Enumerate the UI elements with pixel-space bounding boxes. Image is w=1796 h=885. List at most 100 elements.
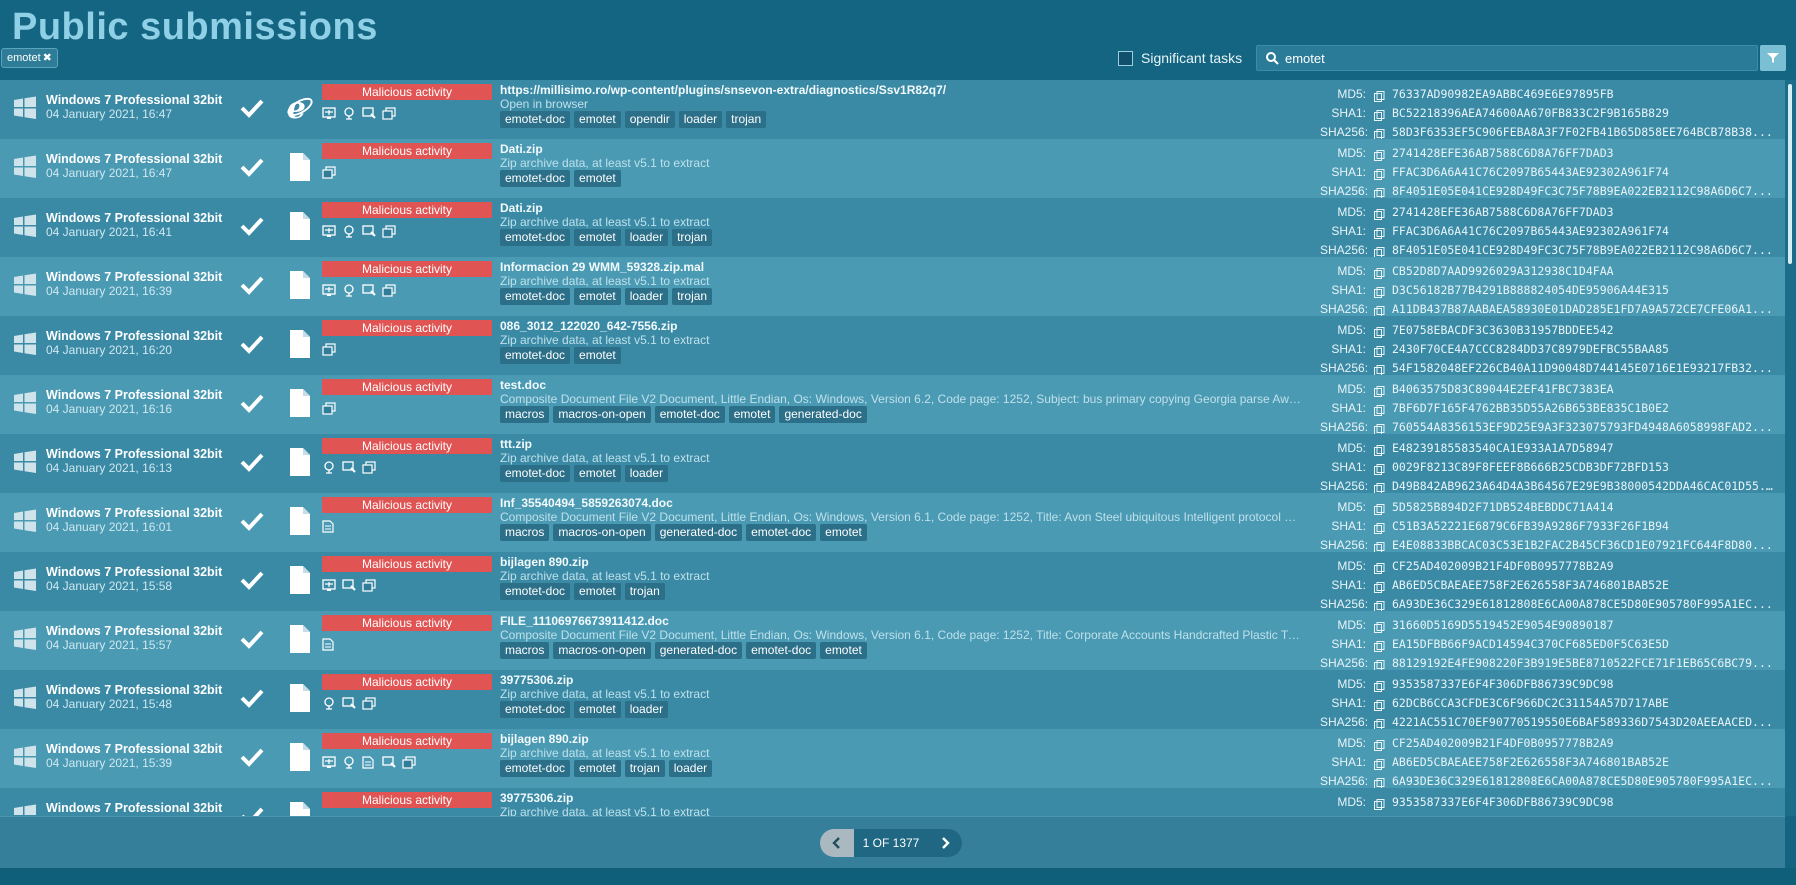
sha256-value[interactable]: 760554A8356153EF9D25E9A3F323075793FD4948… xyxy=(1392,418,1775,434)
sha1-value[interactable]: FFAC3D6A6A41C76C2097B65443AE92302A961F74 xyxy=(1392,222,1775,241)
copy-icon[interactable] xyxy=(1374,422,1385,434)
tag[interactable]: loader xyxy=(624,465,669,482)
md5-value[interactable]: 7E0758EBACDF3C3630B31957BDDEE542 xyxy=(1392,321,1775,340)
tag[interactable]: emotet-doc xyxy=(500,288,571,305)
tag[interactable]: trojan xyxy=(624,760,665,777)
sha1-value[interactable]: 7BF6D7F165F4762BB35D55A26B653BE835C1B0E2 xyxy=(1392,399,1775,418)
tag[interactable]: loader xyxy=(668,760,713,777)
sha256-value[interactable]: 54F1582048EF226CB40A11D90048D744145E0716… xyxy=(1392,359,1775,375)
tag[interactable]: loader xyxy=(624,288,669,305)
copy-icon[interactable] xyxy=(1374,658,1385,670)
sha256-value[interactable]: 6A93DE36C329E61812808E6CA00A878CE5D80E90… xyxy=(1392,772,1775,788)
copy-icon[interactable] xyxy=(1374,481,1385,493)
md5-value[interactable]: 76337AD90982EA9ABBC469E6E97895FB xyxy=(1392,85,1775,104)
md5-value[interactable]: CF25AD402009B21F4DF0B0957778B2A9 xyxy=(1392,734,1775,753)
md5-value[interactable]: 2741428EFE36AB7588C6D8A76FF7DAD3 xyxy=(1392,203,1775,222)
copy-icon[interactable] xyxy=(1374,679,1385,692)
copy-icon[interactable] xyxy=(1374,304,1385,316)
submission-row[interactable]: Windows 7 Professional 32bit 04 January 2… xyxy=(0,493,1785,552)
md5-value[interactable]: CB52D8D7AAD9926029A312938C1D4FAA xyxy=(1392,262,1775,281)
tag[interactable]: opendir xyxy=(624,111,675,128)
search-bar[interactable] xyxy=(1256,45,1758,71)
tag[interactable]: macros-on-open xyxy=(553,524,651,541)
sha1-value[interactable]: 62DCB6CCA3CFDE3C6F966DC2C31154A57D717ABE xyxy=(1392,694,1775,713)
sha256-value[interactable]: 58D3F6353EF5C906FEBA8A3F7F02FB41B65D858E… xyxy=(1392,123,1775,139)
submission-row[interactable]: Windows 7 Professional 32bit 04 January 2… xyxy=(0,670,1785,729)
tag[interactable]: trojan xyxy=(726,111,767,128)
copy-icon[interactable] xyxy=(1374,443,1385,456)
copy-icon[interactable] xyxy=(1374,89,1385,102)
task-name[interactable]: test.doc xyxy=(500,378,546,392)
task-name[interactable]: Dati.zip xyxy=(500,142,543,156)
tag[interactable]: emotet xyxy=(574,170,621,187)
copy-icon[interactable] xyxy=(1374,344,1385,357)
sha1-value[interactable]: AB6ED5CBAEAEE758F2E626558F3A746801BAB52E xyxy=(1392,753,1775,772)
submission-row[interactable]: Windows 7 Professional 32bit 04 January 2… xyxy=(0,80,1785,139)
task-name[interactable]: 39775306.zip xyxy=(500,791,573,805)
sha256-value[interactable]: 4221AC551C70EF90770519550E6BAF589336D754… xyxy=(1392,713,1775,729)
copy-icon[interactable] xyxy=(1374,639,1385,652)
sha1-value[interactable]: AB6ED5CBAEAEE758F2E626558F3A746801BAB52E xyxy=(1392,576,1775,595)
copy-icon[interactable] xyxy=(1374,540,1385,552)
submission-row[interactable]: Windows 7 Professional 32bit 04 January 2… xyxy=(0,198,1785,257)
sha256-value[interactable]: 6A93DE36C329E61812808E6CA00A878CE5D80E90… xyxy=(1392,595,1775,611)
tag[interactable]: trojan xyxy=(672,229,713,246)
copy-icon[interactable] xyxy=(1374,757,1385,770)
tag[interactable]: generated-doc xyxy=(654,524,743,541)
tag[interactable]: emotet xyxy=(574,288,621,305)
copy-icon[interactable] xyxy=(1374,186,1385,198)
task-name[interactable]: bijlagen 890.zip xyxy=(500,555,589,569)
tag[interactable]: emotet xyxy=(574,583,621,600)
filter-button[interactable] xyxy=(1760,45,1786,71)
tag[interactable]: emotet-doc xyxy=(500,465,571,482)
copy-icon[interactable] xyxy=(1374,462,1385,475)
tag[interactable]: emotet xyxy=(574,229,621,246)
tag[interactable]: emotet-doc xyxy=(500,701,571,718)
tag[interactable]: emotet xyxy=(820,642,867,659)
sha256-value[interactable]: A11DB437B87AABAEA58930E01DAD285E1FD7A9A5… xyxy=(1392,300,1775,316)
sha256-value[interactable]: E4E08833BBCAC03C53E1B2FAC2B45CF36CD1E079… xyxy=(1392,536,1775,552)
md5-value[interactable]: 2741428EFE36AB7588C6D8A76FF7DAD3 xyxy=(1392,144,1775,163)
tag[interactable]: loader xyxy=(624,229,669,246)
tag[interactable]: emotet-doc xyxy=(746,524,817,541)
task-name[interactable]: ttt.zip xyxy=(500,437,532,451)
submission-row[interactable]: Windows 7 Professional 32bit 04 January 2… xyxy=(0,139,1785,198)
copy-icon[interactable] xyxy=(1374,148,1385,161)
sha256-value[interactable]: 8F4051E05E041CE928D49FC3C75F78B9EA022EB2… xyxy=(1392,241,1775,257)
md5-value[interactable]: 9353587337E6F4F306DFB86739C9DC98 xyxy=(1392,675,1775,694)
tag[interactable]: macros xyxy=(500,406,550,423)
sha1-value[interactable]: D3C56182B77B4291B888824054DE95906A44E315 xyxy=(1392,281,1775,300)
filter-chip[interactable]: emotet ✖ xyxy=(1,48,58,68)
copy-icon[interactable] xyxy=(1374,717,1385,729)
scrollbar[interactable] xyxy=(1785,80,1796,816)
copy-icon[interactable] xyxy=(1374,384,1385,397)
sha1-value[interactable]: FFAC3D6A6A41C76C2097B65443AE92302A961F74 xyxy=(1392,163,1775,182)
task-name[interactable]: 086_3012_122020_642-7556.zip xyxy=(500,319,678,333)
tag[interactable]: emotet-doc xyxy=(500,111,571,128)
md5-value[interactable]: CF25AD402009B21F4DF0B0957778B2A9 xyxy=(1392,557,1775,576)
close-icon[interactable]: ✖ xyxy=(43,52,52,64)
md5-value[interactable]: 9353587337E6F4F306DFB86739C9DC98 xyxy=(1392,793,1775,812)
copy-icon[interactable] xyxy=(1374,108,1385,121)
tag[interactable]: trojan xyxy=(624,583,665,600)
task-name[interactable]: bijlagen 890.zip xyxy=(500,732,589,746)
submission-row[interactable]: Windows 7 Professional 32bit 04 January 2… xyxy=(0,552,1785,611)
submission-row[interactable]: Windows 7 Professional 32bit 04 January 2… xyxy=(0,257,1785,316)
task-name[interactable]: Informacion 29 WMM_59328.zip.mal xyxy=(500,260,704,274)
sha256-value[interactable]: 8F4051E05E041CE928D49FC3C75F78B9EA022EB2… xyxy=(1392,182,1775,198)
md5-value[interactable]: E48239185583540CA1E933A1A7D58947 xyxy=(1392,439,1775,458)
copy-icon[interactable] xyxy=(1374,285,1385,298)
tag[interactable]: emotet-doc xyxy=(746,642,817,659)
submission-row[interactable]: Windows 7 Professional 32bit 04 January 2… xyxy=(0,434,1785,493)
task-name[interactable]: Inf_35540494_5859263074.doc xyxy=(500,496,673,510)
submission-row[interactable]: Windows 7 Professional 32bit 04 January 2… xyxy=(0,316,1785,375)
tag[interactable]: loader xyxy=(624,701,669,718)
copy-icon[interactable] xyxy=(1374,776,1385,788)
task-name[interactable]: https://millisimo.ro/wp-content/plugins/… xyxy=(500,83,946,97)
tag[interactable]: emotet xyxy=(574,760,621,777)
significant-tasks-checkbox[interactable] xyxy=(1118,50,1133,66)
tag[interactable]: macros xyxy=(500,642,550,659)
tag[interactable]: loader xyxy=(678,111,723,128)
tag[interactable]: emotet xyxy=(574,701,621,718)
submission-row[interactable]: Windows 7 Professional 32bit 04 January 2… xyxy=(0,729,1785,788)
